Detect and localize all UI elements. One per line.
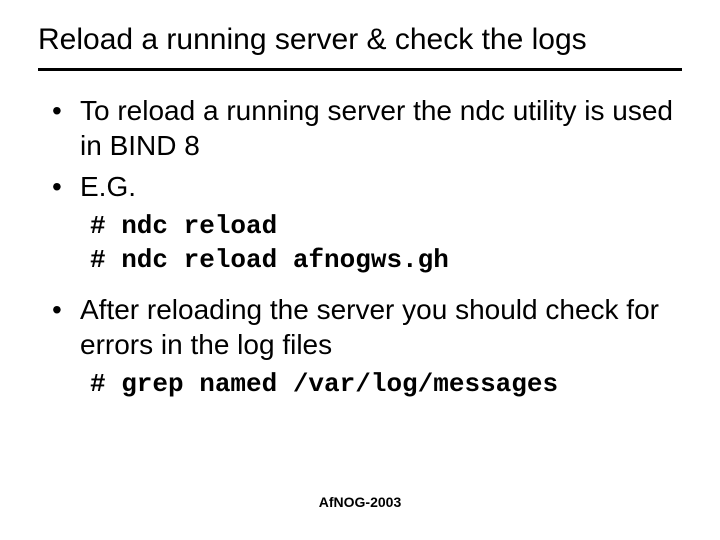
slide: Reload a running server & check the logs… — [0, 0, 720, 540]
bullet-item: After reloading the server you should ch… — [48, 292, 682, 362]
code-block: # grep named /var/log/messages — [90, 368, 682, 402]
slide-title: Reload a running server & check the logs — [38, 22, 682, 62]
bullet-list: After reloading the server you should ch… — [38, 292, 682, 362]
bullet-list: To reload a running server the ndc utili… — [38, 93, 682, 204]
code-line: # grep named /var/log/messages — [90, 369, 558, 399]
bullet-item: E.G. — [48, 169, 682, 204]
code-block: # ndc reload # ndc reload afnogws.gh — [90, 210, 682, 278]
code-line: # ndc reload afnogws.gh — [90, 245, 449, 275]
bullet-item: To reload a running server the ndc utili… — [48, 93, 682, 163]
code-line: # ndc reload — [90, 211, 277, 241]
title-rule — [38, 68, 682, 71]
footer-text: AfNOG-2003 — [0, 494, 720, 510]
